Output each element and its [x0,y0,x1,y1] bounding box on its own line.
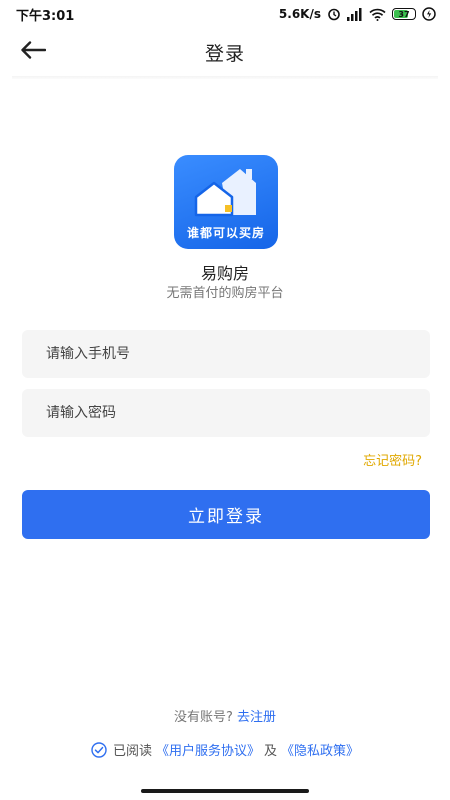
back-button[interactable] [18,38,48,66]
register-link[interactable]: 去注册 [237,710,276,725]
register-prompt: 没有账号? [173,710,233,725]
battery-level: 37 [398,9,410,19]
agreement-checkbox[interactable] [91,741,107,758]
password-input[interactable] [46,405,430,421]
agreement-and: 及 [264,744,278,759]
user-agreement-link[interactable]: 《用户服务协议》 [156,740,260,759]
battery-icon: 37 [392,8,416,20]
status-bar: 下午3:01 5.6K/s 37 [0,0,450,28]
phone-input[interactable] [46,346,430,362]
login-button[interactable]: 立即登录 [22,490,430,539]
nav-bar: 登录 [0,28,450,76]
signal-icon [347,7,363,21]
app-tagline: 无需首付的购房平台 [166,286,284,301]
app-name: 易购房 [200,264,249,283]
logo-slogan: 谁都可以买房 [186,226,265,240]
home-indicator[interactable] [141,789,309,793]
charging-icon [422,7,436,21]
status-indicators: 5.6K/s 37 [279,7,436,21]
check-circle-icon [91,741,107,758]
wifi-icon [369,8,386,21]
privacy-policy-link[interactable]: 《隐私政策》 [281,740,359,759]
app-logo: 谁都可以买房 [174,155,278,249]
login-screen: 下午3:01 5.6K/s 37 登录 谁都可以买房 易购房 无需首付的购房平台… [0,0,450,800]
network-speed: 5.6K/s [278,7,321,21]
agreement-row: 已阅读 《用户服务协议》 及 《隐私政策》 [0,740,450,759]
forgot-password-link[interactable]: 忘记密码? [363,450,422,469]
house-icon [194,169,256,217]
arrow-left-icon [20,41,47,63]
password-field-container [22,389,430,437]
status-time: 下午3:01 [16,8,75,24]
nav-divider [12,76,438,79]
register-row: 没有账号? 去注册 [0,706,450,725]
agreement-prefix: 已阅读 [112,744,152,759]
page-title: 登录 [204,42,245,65]
phone-field-container [22,330,430,378]
alarm-icon [327,7,341,21]
